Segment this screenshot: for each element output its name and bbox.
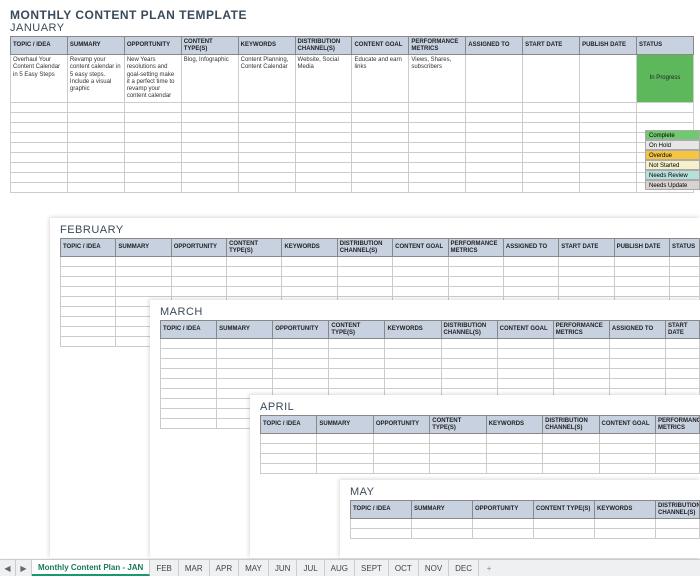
col-goal: CONTENT GOAL xyxy=(599,416,655,434)
col-contenttype: CONTENT TYPE(S) xyxy=(227,239,282,257)
col-opportunity: OPPORTUNITY xyxy=(473,501,534,519)
col-metrics: PERFORMANCE METRICS xyxy=(553,321,609,339)
tab-add-icon[interactable]: + xyxy=(479,560,499,576)
col-goal: CONTENT GOAL xyxy=(352,37,409,55)
tab-dec[interactable]: DEC xyxy=(449,560,479,576)
col-status: STATUS xyxy=(670,239,700,257)
col-assigned: ASSIGNED TO xyxy=(503,239,558,257)
col-contenttype: CONTENT TYPE(S) xyxy=(181,37,238,55)
col-opportunity: OPPORTUNITY xyxy=(373,416,429,434)
cell-contenttype[interactable]: Blog, Infographic xyxy=(181,55,238,103)
legend-needsreview: Needs Review xyxy=(645,170,700,180)
tab-aug[interactable]: AUG xyxy=(325,560,355,576)
month-april: APRIL xyxy=(260,401,700,413)
col-distribution: DISTRIBUTION CHANNEL(S) xyxy=(337,239,392,257)
col-metrics: PERFORMANCE METRICS xyxy=(448,239,503,257)
col-status: STATUS xyxy=(636,37,693,55)
month-january: JANUARY xyxy=(10,22,694,34)
april-table: TOPIC / IDEASUMMARYOPPORTUNITYCONTENT TY… xyxy=(260,415,700,474)
cell-start[interactable] xyxy=(523,55,580,103)
col-assigned: ASSIGNED TO xyxy=(466,37,523,55)
col-summary: SUMMARY xyxy=(317,416,373,434)
col-contenttype: CONTENT TYPE(S) xyxy=(430,416,486,434)
tab-jun[interactable]: JUN xyxy=(269,560,298,576)
col-start: START DATE xyxy=(666,321,700,339)
tab-nov[interactable]: NOV xyxy=(419,560,449,576)
col-topic: TOPIC / IDEA xyxy=(61,239,116,257)
tab-apr[interactable]: APR xyxy=(210,560,239,576)
legend-complete: Complete xyxy=(645,130,700,140)
col-distribution: DISTRIBUTION CHANNEL(S) xyxy=(543,416,599,434)
legend-overdue: Overdue xyxy=(645,150,700,160)
tab-next-icon[interactable]: ▶ xyxy=(16,560,32,576)
cell-goal[interactable]: Educate and earn links xyxy=(352,55,409,103)
cell-topic[interactable]: Overhaul Your Content Calendar in 5 Easy… xyxy=(11,55,68,103)
col-assigned: ASSIGNED TO xyxy=(609,321,665,339)
cell-summary[interactable]: Revamp your content calendar in 5 easy s… xyxy=(67,55,124,103)
legend-notstarted: Not Started xyxy=(645,160,700,170)
col-keywords: KEYWORDS xyxy=(595,501,656,519)
col-contenttype: CONTENT TYPE(S) xyxy=(329,321,385,339)
col-start: START DATE xyxy=(559,239,614,257)
tab-jan[interactable]: Monthly Content Plan - JAN xyxy=(32,560,150,576)
tab-mar[interactable]: MAR xyxy=(179,560,210,576)
col-keywords: KEYWORDS xyxy=(238,37,295,55)
tab-may[interactable]: MAY xyxy=(239,560,269,576)
col-publish: PUBLISH DATE xyxy=(580,37,637,55)
col-topic: TOPIC / IDEA xyxy=(11,37,68,55)
legend-needsupdate: Needs Update xyxy=(645,180,700,190)
col-summary: SUMMARY xyxy=(116,239,171,257)
col-distribution: DISTRIBUTION CHANNEL(S) xyxy=(441,321,497,339)
status-legend: Complete On Hold Overdue Not Started Nee… xyxy=(645,130,700,190)
cell-opportunity[interactable]: New Years resolutions and goal-setting m… xyxy=(124,55,181,103)
legend-onhold: On Hold xyxy=(645,140,700,150)
sheet-tabs: ◀ ▶ Monthly Content Plan - JAN FEB MAR A… xyxy=(0,559,700,576)
cell-distribution[interactable]: Website, Social Media xyxy=(295,55,352,103)
cell-metrics[interactable]: Views, Shares, subscribers xyxy=(409,55,466,103)
col-contenttype: CONTENT TYPE(S) xyxy=(534,501,595,519)
col-summary: SUMMARY xyxy=(412,501,473,519)
month-march: MARCH xyxy=(160,306,700,318)
col-opportunity: OPPORTUNITY xyxy=(124,37,181,55)
tab-prev-icon[interactable]: ◀ xyxy=(0,560,16,576)
tab-sept[interactable]: SEPT xyxy=(355,560,389,576)
col-metrics: PERFORMANCE METRICS xyxy=(409,37,466,55)
col-topic: TOPIC / IDEA xyxy=(351,501,412,519)
col-topic: TOPIC / IDEA xyxy=(261,416,317,434)
may-table: TOPIC / IDEASUMMARYOPPORTUNITYCONTENT TY… xyxy=(350,500,700,539)
tab-oct[interactable]: OCT xyxy=(389,560,419,576)
col-distribution: DISTRIBUTION CHANNEL(S) xyxy=(656,501,700,519)
col-keywords: KEYWORDS xyxy=(486,416,542,434)
col-goal: CONTENT GOAL xyxy=(393,239,448,257)
tab-jul[interactable]: JUL xyxy=(297,560,324,576)
col-summary: SUMMARY xyxy=(67,37,124,55)
col-opportunity: OPPORTUNITY xyxy=(273,321,329,339)
col-topic: TOPIC / IDEA xyxy=(161,321,217,339)
cell-publish[interactable] xyxy=(580,55,637,103)
col-keywords: KEYWORDS xyxy=(282,239,337,257)
cell-assigned[interactable] xyxy=(466,55,523,103)
month-may: MAY xyxy=(350,486,700,498)
table-row[interactable]: Overhaul Your Content Calendar in 5 Easy… xyxy=(11,55,694,103)
col-start: START DATE xyxy=(523,37,580,55)
col-summary: SUMMARY xyxy=(217,321,273,339)
col-goal: CONTENT GOAL xyxy=(497,321,553,339)
cell-status[interactable]: In Progress xyxy=(636,55,693,103)
col-publish: PUBLISH DATE xyxy=(614,239,669,257)
january-table: TOPIC / IDEA SUMMARY OPPORTUNITY CONTENT… xyxy=(10,36,694,193)
col-keywords: KEYWORDS xyxy=(385,321,441,339)
col-opportunity: OPPORTUNITY xyxy=(171,239,226,257)
template-title: MONTHLY CONTENT PLAN TEMPLATE xyxy=(10,8,694,22)
month-february: FEBRUARY xyxy=(60,224,700,236)
col-distribution: DISTRIBUTION CHANNEL(S) xyxy=(295,37,352,55)
col-metrics: PERFORMANCE METRICS xyxy=(656,416,700,434)
cell-keywords[interactable]: Content Planning, Content Calendar xyxy=(238,55,295,103)
tab-feb[interactable]: FEB xyxy=(150,560,179,576)
